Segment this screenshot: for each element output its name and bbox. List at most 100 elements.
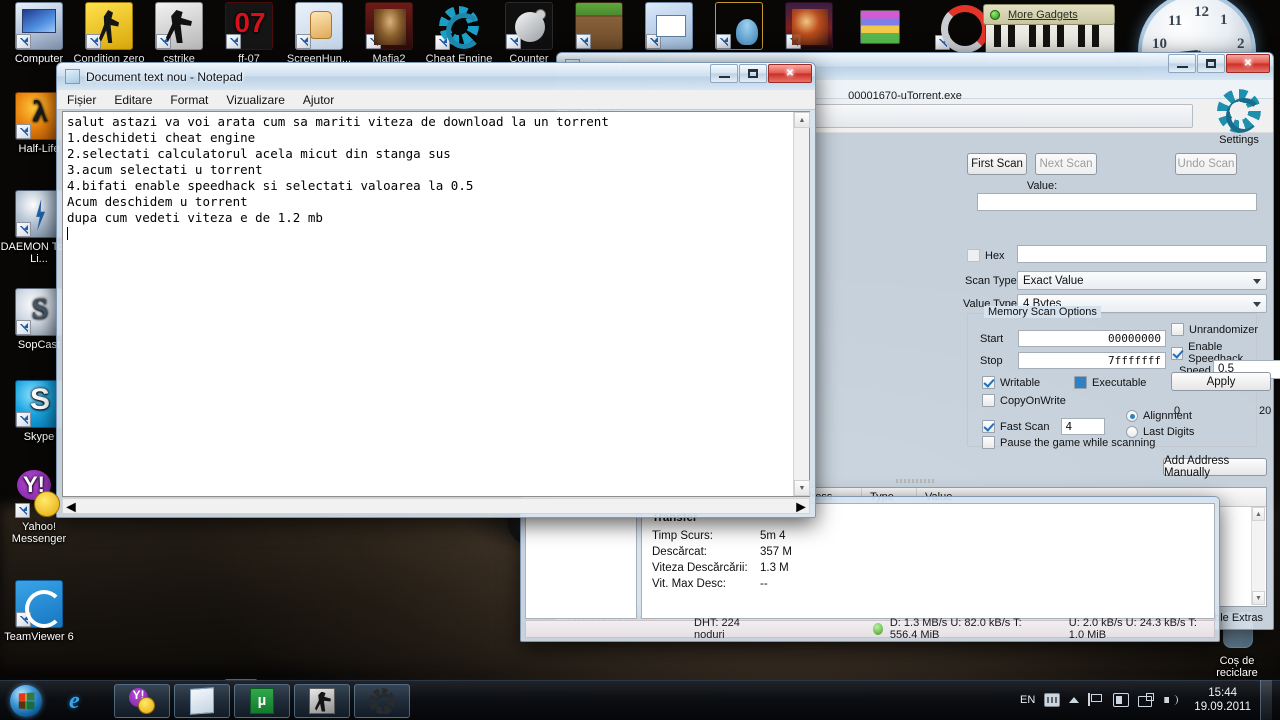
text-caret xyxy=(67,227,68,240)
flag-icon[interactable] xyxy=(1088,693,1104,707)
writable-label: Writable xyxy=(1000,376,1041,389)
fast-scan-row[interactable]: Fast Scan 4 xyxy=(982,418,1105,435)
scan-value-input[interactable] xyxy=(977,193,1257,211)
notepad-vertical-scrollbar[interactable]: ▲ ▼ xyxy=(793,112,810,496)
alignment-radio[interactable] xyxy=(1126,410,1138,422)
hex-checkbox-row[interactable]: Hex xyxy=(967,249,1005,262)
notepad-text-area-container[interactable]: salut astazi va voi arata cum sa mariti … xyxy=(62,111,810,497)
notepad-menu-file[interactable]: Fișier xyxy=(67,93,96,107)
action-center-icon[interactable] xyxy=(1113,693,1130,707)
apply-speed-button[interactable]: Apply xyxy=(1171,372,1271,391)
network-icon[interactable] xyxy=(1138,693,1155,707)
condition-zero-icon xyxy=(85,2,133,50)
taskbar-yahoo-messenger[interactable] xyxy=(114,683,170,718)
notepad-text-area[interactable]: salut astazi va voi arata cum sa mariti … xyxy=(63,112,793,496)
start-input[interactable]: 00000000 xyxy=(1018,330,1166,347)
pause-game-checkbox[interactable] xyxy=(982,436,995,449)
yahoo-messenger-icon xyxy=(129,687,155,714)
notepad-horizontal-scrollbar[interactable]: ◄ ► xyxy=(62,498,810,516)
shortcut-overlay-icon xyxy=(935,35,950,50)
tray-language[interactable]: EN xyxy=(1020,694,1035,706)
copyonwrite-row[interactable]: CopyOnWrite xyxy=(982,394,1066,407)
notepad-menu-format[interactable]: Format xyxy=(170,93,208,107)
undo-scan-button[interactable]: Undo Scan xyxy=(1175,153,1237,175)
transfer-row: Timp Scurs: 5m 4 xyxy=(652,530,1204,542)
chevron-up-icon[interactable] xyxy=(1069,697,1080,703)
notepad-window[interactable]: Document text nou - Notepad ✕ Fișier Edi… xyxy=(56,62,816,518)
desktop-icon-picture[interactable] xyxy=(770,2,848,53)
unrandomizer-row[interactable]: Unrandomizer xyxy=(1171,323,1258,336)
scan-type-select[interactable]: Exact Value xyxy=(1017,271,1267,290)
taskbar-notepad[interactable] xyxy=(174,683,230,718)
desktop-icon-condition-zero[interactable]: Condition zero xyxy=(70,2,148,65)
start-button[interactable] xyxy=(2,682,50,720)
scroll-right-arrow-icon[interactable]: ► xyxy=(793,499,809,516)
fast-scan-input[interactable]: 4 xyxy=(1060,418,1105,435)
scroll-left-arrow-icon[interactable]: ◄ xyxy=(63,499,79,516)
alignment-row[interactable]: Alignment xyxy=(1126,410,1192,422)
desktop-icon-cstrike[interactable]: cstrike xyxy=(140,2,218,65)
hex-checkbox[interactable] xyxy=(967,249,980,262)
cheat-engine-gear-icon xyxy=(1217,89,1262,134)
volume-icon[interactable] xyxy=(1163,693,1179,707)
scroll-down-arrow-icon[interactable]: ▼ xyxy=(794,480,810,496)
notepad-titlebar[interactable]: Document text nou - Notepad ✕ xyxy=(57,63,815,90)
taskbar-counter-strike[interactable] xyxy=(294,683,350,718)
cheat-engine-close-button[interactable]: ✕ xyxy=(1226,54,1270,73)
gadget-status-dot xyxy=(990,9,1000,20)
stop-input[interactable]: 7fffffff xyxy=(1018,352,1166,369)
taskbar-utorrent[interactable]: µ xyxy=(234,683,290,718)
copyonwrite-checkbox[interactable] xyxy=(982,394,995,407)
taskbar-cheat-engine[interactable] xyxy=(354,683,410,718)
transfer-row-value: 1.3 M xyxy=(760,562,789,574)
winrar-icon xyxy=(855,2,903,50)
start-row: Start 00000000 xyxy=(980,330,1166,347)
keyboard-icon[interactable] xyxy=(1044,693,1061,707)
utorrent-category-pane[interactable] xyxy=(525,503,637,619)
executable-row[interactable]: Executable xyxy=(1074,376,1146,389)
executable-checkbox[interactable] xyxy=(1074,376,1087,389)
desktop-icon-teamviewer[interactable]: TeamViewer 6 xyxy=(0,580,78,643)
show-desktop-button[interactable] xyxy=(1260,680,1272,720)
notepad-text-line: 2.selectati calculatorul acela micut din… xyxy=(67,146,451,161)
address-table-scrollbar[interactable]: ▲ ▼ xyxy=(1251,507,1265,605)
taskbar-internet-explorer[interactable]: e xyxy=(54,684,110,718)
desktop-icon-computer[interactable]: Computer xyxy=(0,2,78,65)
cheat-engine-minimize-button[interactable] xyxy=(1168,54,1196,73)
writable-checkbox[interactable] xyxy=(982,376,995,389)
enable-speedhack-checkbox[interactable] xyxy=(1171,346,1184,360)
notepad-menu-view[interactable]: Vizualizare xyxy=(226,93,284,107)
writable-row[interactable]: Writable xyxy=(982,376,1040,389)
scroll-up-arrow-icon[interactable]: ▲ xyxy=(1252,507,1265,521)
desktop-icon-cheat-engine[interactable]: Cheat Engine xyxy=(420,2,498,65)
taskbar-buttons: eµ xyxy=(50,683,410,718)
hex-value-input[interactable] xyxy=(1017,245,1267,263)
more-gadgets-link[interactable]: More Gadgets xyxy=(1008,9,1078,21)
notepad-maximize-button[interactable] xyxy=(739,64,767,83)
desktop-icon-mafia2[interactable]: Mafia2 xyxy=(350,2,428,65)
unrandomizer-checkbox[interactable] xyxy=(1171,323,1184,336)
gadget-more-gadgets-bar[interactable]: More Gadgets xyxy=(983,4,1115,25)
scroll-down-arrow-icon[interactable]: ▼ xyxy=(1252,591,1265,605)
desktop-icon-winrar[interactable] xyxy=(840,2,918,53)
cheat-engine-maximize-button[interactable] xyxy=(1197,54,1225,73)
cheat-engine-settings-logo[interactable]: Settings xyxy=(1213,89,1265,149)
transfer-row: Viteza Descărcării: 1.3 M xyxy=(652,562,1204,574)
notepad-minimize-button[interactable] xyxy=(710,64,738,83)
settings-label[interactable]: Settings xyxy=(1213,134,1265,146)
desktop-icon-ff07[interactable]: ff-07 xyxy=(210,2,288,65)
fast-scan-checkbox[interactable] xyxy=(982,420,995,433)
cheat-engine-icon xyxy=(369,688,395,714)
notepad-menu-edit[interactable]: Editare xyxy=(114,93,152,107)
add-address-manually-button[interactable]: Add Address Manually xyxy=(1163,455,1267,479)
clock[interactable]: 15:44 19.09.2011 xyxy=(1194,686,1251,714)
first-scan-button[interactable]: First Scan xyxy=(967,153,1027,175)
pause-game-row[interactable]: Pause the game while scanning xyxy=(982,436,1155,449)
taskbar: eµ EN 15:44 19.09.2011 xyxy=(0,680,1280,720)
scroll-up-arrow-icon[interactable]: ▲ xyxy=(794,112,810,128)
next-scan-button[interactable]: Next Scan xyxy=(1035,153,1097,175)
desktop-icon-screenhunter[interactable]: ScreenHun... xyxy=(280,2,358,65)
splitter-handle[interactable] xyxy=(896,479,934,483)
notepad-close-button[interactable]: ✕ xyxy=(768,64,812,83)
notepad-menu-help[interactable]: Ajutor xyxy=(303,93,334,107)
